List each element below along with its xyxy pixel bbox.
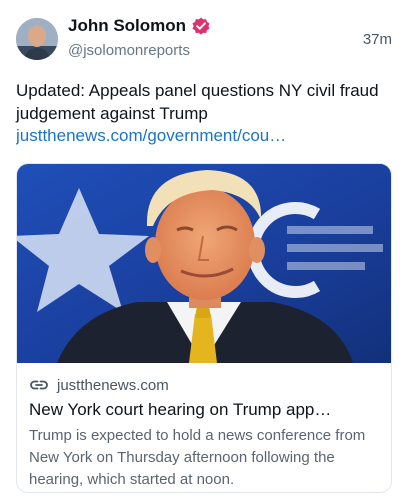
card-domain-row: justthenews.com (29, 375, 381, 395)
link-preview-card[interactable]: justthenews.com New York court hearing o… (16, 163, 392, 493)
author-handle[interactable]: @jsolomonreports (68, 42, 190, 59)
post-link[interactable]: justthenews.com/government/cou… (16, 125, 392, 147)
post-text: Updated: Appeals panel questions NY civi… (16, 81, 379, 123)
card-domain: justthenews.com (57, 376, 169, 394)
person-avatar-icon (16, 18, 58, 60)
photo-of-man-in-suit-icon (17, 164, 391, 363)
post-container[interactable]: John Solomon @jsolomonreports 37m Update… (0, 0, 408, 500)
verified-badge-icon (191, 16, 211, 36)
card-description: Trump is expected to hold a news confere… (29, 427, 366, 488)
card-title: New York court hearing on Trump app… (29, 400, 332, 419)
author-display-name[interactable]: John Solomon (68, 16, 186, 36)
author-name-row: John Solomon (68, 16, 211, 36)
post-timestamp[interactable]: 37m (363, 31, 392, 48)
card-meta: justthenews.com New York court hearing o… (17, 363, 391, 492)
link-icon (29, 375, 49, 395)
author-avatar[interactable] (16, 18, 58, 60)
